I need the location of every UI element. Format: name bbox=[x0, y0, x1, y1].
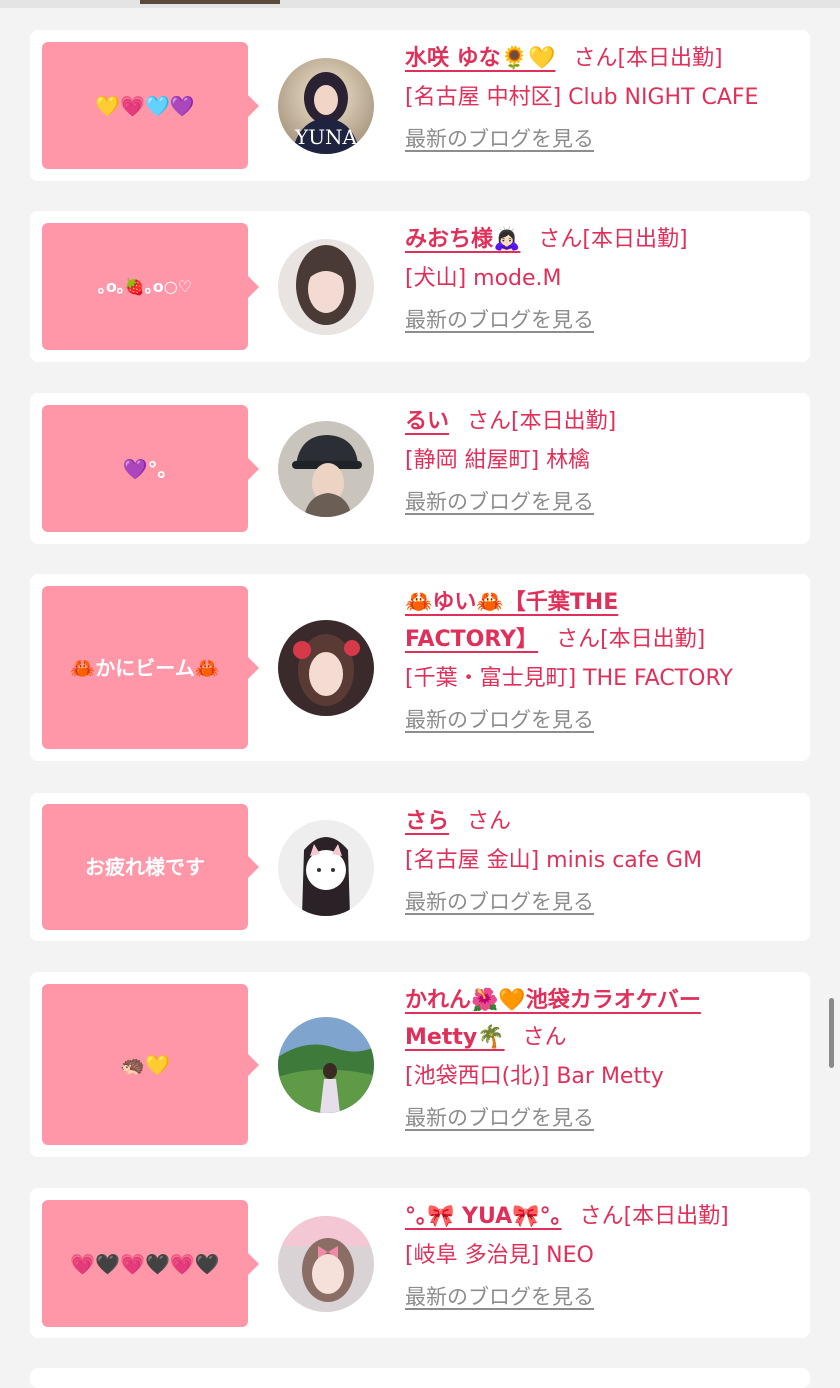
message-bubble: 💛💗🩵💜 bbox=[42, 42, 259, 169]
message-text: お疲れ様です bbox=[85, 855, 205, 879]
shop-location: [静岡 紺屋町] 林檎 bbox=[405, 448, 591, 473]
avatar[interactable] bbox=[278, 820, 374, 916]
message-text: 🦀かにビーム🦀 bbox=[70, 655, 220, 680]
list-item: 💗🖤💗🖤💗🖤 °｡🎀 YUA🎀°｡ さん[本日出勤] [岐阜 多治見] NEO 最… bbox=[30, 1188, 810, 1338]
message-text: 💛💗🩵💜 bbox=[95, 93, 195, 118]
message-bubble: ｡o｡🍓｡o○♡ bbox=[42, 223, 259, 350]
shop-location: [犬山] mode.M bbox=[405, 266, 562, 291]
list-item: 💜°｡ るい さん[本日出勤] [静岡 紺屋町] 林檎 最新のブログを見る bbox=[30, 393, 810, 544]
status-suffix: さん[本日出勤] bbox=[467, 409, 617, 434]
view-blog-link[interactable]: 最新のブログを見る bbox=[405, 482, 800, 522]
profile-name-link[interactable]: 水咲 ゆな🌻💛 bbox=[405, 46, 555, 71]
top-bar bbox=[0, 0, 840, 8]
profile-name-link[interactable]: みおち様🙇🏻‍♀️ bbox=[405, 227, 520, 252]
view-blog-link[interactable]: 最新のブログを見る bbox=[405, 882, 800, 922]
shop-location: [名古屋 金山] minis cafe GM bbox=[405, 848, 703, 873]
active-tab-indicator bbox=[140, 0, 280, 4]
view-blog-link[interactable]: 最新のブログを見る bbox=[405, 1277, 800, 1317]
list-item: ｡o｡🍓｡o○♡ みおち様🙇🏻‍♀️ さん[本日出勤] [犬山] mode.M 最… bbox=[30, 211, 810, 362]
avatar[interactable] bbox=[278, 1017, 374, 1113]
profile-name-link[interactable]: かれん🌺🧡池袋カラオケバー bbox=[405, 988, 701, 1013]
profile-name-link[interactable]: さら bbox=[405, 809, 449, 834]
list-item: 💛💗🩵💜 YUNA 水咲 ゆな🌻💛 さん[本日出勤] [名古屋 中村区] Club… bbox=[30, 30, 810, 181]
message-bubble: 🦔💛 bbox=[42, 984, 259, 1145]
list-item bbox=[30, 1368, 810, 1388]
list-item: 🦔💛 かれん🌺🧡池袋カラオケバー Metty🌴 さん [池袋西口(北)] Bar … bbox=[30, 972, 810, 1157]
svg-text:YUNA: YUNA bbox=[294, 125, 358, 149]
profile-name-link[interactable]: °｡🎀 YUA🎀°｡ bbox=[405, 1204, 562, 1229]
avatar[interactable]: YUNA bbox=[278, 58, 374, 154]
status-suffix: さん[本日出勤] bbox=[579, 1204, 729, 1229]
message-bubble: お疲れ様です bbox=[42, 804, 259, 930]
status-suffix: さん[本日出勤] bbox=[556, 627, 706, 652]
status-suffix: さん[本日出勤] bbox=[538, 227, 688, 252]
message-text: 💜°｡ bbox=[122, 456, 168, 481]
status-suffix: さん bbox=[522, 1025, 567, 1050]
shop-location: [名古屋 中村区] Club NIGHT CAFE bbox=[405, 85, 759, 110]
list-item: 🦀かにビーム🦀 🦀ゆい🦀【千葉THE FACTORY】 さん[本日出勤] [千葉・… bbox=[30, 574, 810, 761]
avatar[interactable] bbox=[278, 1216, 374, 1312]
avatar[interactable] bbox=[278, 620, 374, 716]
message-text: 💗🖤💗🖤💗🖤 bbox=[70, 1251, 220, 1276]
list-item: お疲れ様です さら さん [名古屋 金山] minis cafe GM 最新のブロ… bbox=[30, 793, 810, 941]
view-blog-link[interactable]: 最新のブログを見る bbox=[405, 1098, 800, 1138]
message-bubble: 💜°｡ bbox=[42, 405, 259, 532]
status-suffix: さん[本日出勤] bbox=[573, 46, 723, 71]
view-blog-link[interactable]: 最新のブログを見る bbox=[405, 300, 800, 340]
profile-name-link-cont[interactable]: Metty🌴 bbox=[405, 1025, 505, 1050]
view-blog-link[interactable]: 最新のブログを見る bbox=[405, 700, 800, 740]
message-text: ｡o｡🍓｡o○♡ bbox=[97, 276, 193, 296]
profile-name-link-cont[interactable]: FACTORY】 bbox=[405, 627, 538, 652]
avatar[interactable] bbox=[278, 239, 374, 335]
status-suffix: さん bbox=[467, 809, 512, 834]
avatar[interactable] bbox=[278, 421, 374, 517]
shop-location: [岐阜 多治見] NEO bbox=[405, 1243, 594, 1268]
shop-location: [千葉・富士見町] THE FACTORY bbox=[405, 666, 733, 691]
shop-location: [池袋西口(北)] Bar Metty bbox=[405, 1064, 664, 1089]
profile-name-link[interactable]: るい bbox=[405, 409, 449, 434]
scrollbar[interactable] bbox=[829, 998, 834, 1068]
profile-name-link[interactable]: 🦀ゆい🦀【千葉THE bbox=[405, 590, 618, 615]
view-blog-link[interactable]: 最新のブログを見る bbox=[405, 119, 800, 159]
message-text: 🦔💛 bbox=[120, 1052, 170, 1077]
message-bubble: 🦀かにビーム🦀 bbox=[42, 586, 259, 749]
message-bubble: 💗🖤💗🖤💗🖤 bbox=[42, 1200, 259, 1327]
